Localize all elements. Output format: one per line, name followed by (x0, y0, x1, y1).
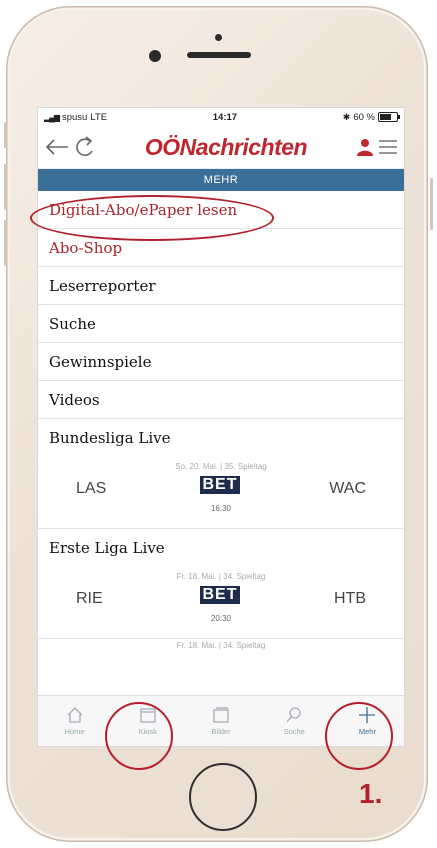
tab-suche[interactable]: Suche (258, 696, 331, 746)
home-button[interactable] (189, 763, 257, 831)
match-score-card[interactable]: Fr. 18. Mai. | 34. Spieltag RIE BET HTB … (38, 566, 404, 639)
mute-switch (4, 220, 7, 266)
volume-up-button (4, 122, 7, 148)
battery-icon (377, 112, 400, 122)
match-time: 20:30 (210, 614, 232, 623)
match-time: 16:30 (210, 504, 232, 513)
newspaper-logo[interactable]: OÖNachrichten (145, 134, 308, 161)
tab-label: Bilder (211, 727, 231, 736)
power-button (430, 178, 433, 230)
network-type: LTE (90, 111, 108, 123)
sponsor-logo: BET (200, 476, 240, 494)
match-score-card[interactable]: So. 20. Mai. | 35. Spieltag LAS BET WAC … (38, 456, 404, 529)
tab-label: Home (64, 727, 85, 736)
app-header: OÖNachrichten (38, 126, 404, 169)
back-arrow-icon[interactable] (44, 137, 70, 157)
carrier-name: spusu (61, 111, 88, 123)
front-camera (149, 50, 161, 62)
bluetooth-icon: ✱ (342, 111, 351, 122)
menu-item-leserreporter[interactable]: Leserreporter (38, 267, 404, 305)
user-icon[interactable] (356, 138, 374, 156)
match-date: So. 20. Mai. | 35. Spieltag (175, 462, 267, 471)
step-number: 1. (359, 778, 383, 809)
home-team: RIE (76, 590, 103, 607)
earpiece-speaker (187, 52, 251, 58)
battery-percent: 60 % (353, 111, 375, 123)
home-team: LAS (76, 480, 107, 497)
images-icon (213, 707, 229, 723)
reload-icon[interactable] (74, 135, 96, 159)
hamburger-menu-icon[interactable] (378, 138, 398, 156)
proximity-sensor (215, 34, 222, 41)
status-time: 14:17 (212, 111, 238, 123)
home-icon (67, 707, 83, 723)
away-team: WAC (329, 480, 366, 497)
search-icon (286, 707, 301, 723)
highlight-digital-abo-circle (30, 195, 274, 241)
menu-item-bundesliga-live[interactable]: Bundesliga Live (38, 419, 404, 456)
highlight-mehr-circle (325, 702, 393, 770)
away-team: HTB (334, 590, 366, 607)
match-date: Fr. 18. Mai. | 34. Spieltag (176, 641, 266, 650)
match-date: Fr. 18. Mai. | 34. Spieltag (176, 572, 266, 581)
menu-item-erste-liga-live[interactable]: Erste Liga Live (38, 529, 404, 566)
sponsor-logo: BET (200, 586, 240, 604)
status-bar: ▂▄▆ spusu LTE 14:17 ✱ 60 % (38, 108, 404, 126)
highlight-kiosk-circle (105, 702, 173, 770)
section-header: MEHR (38, 169, 404, 191)
menu-item-gewinnspiele[interactable]: Gewinnspiele (38, 343, 404, 381)
volume-down-button (4, 164, 7, 210)
menu-item-suche[interactable]: Suche (38, 305, 404, 343)
match-score-card[interactable]: Fr. 18. Mai. | 34. Spieltag (38, 639, 404, 653)
tab-label: Suche (283, 727, 305, 736)
tab-home[interactable]: Home (38, 696, 111, 746)
tab-bilder[interactable]: Bilder (184, 696, 257, 746)
signal-icon: ▂▄▆ (44, 112, 60, 122)
menu-item-videos[interactable]: Videos (38, 381, 404, 419)
